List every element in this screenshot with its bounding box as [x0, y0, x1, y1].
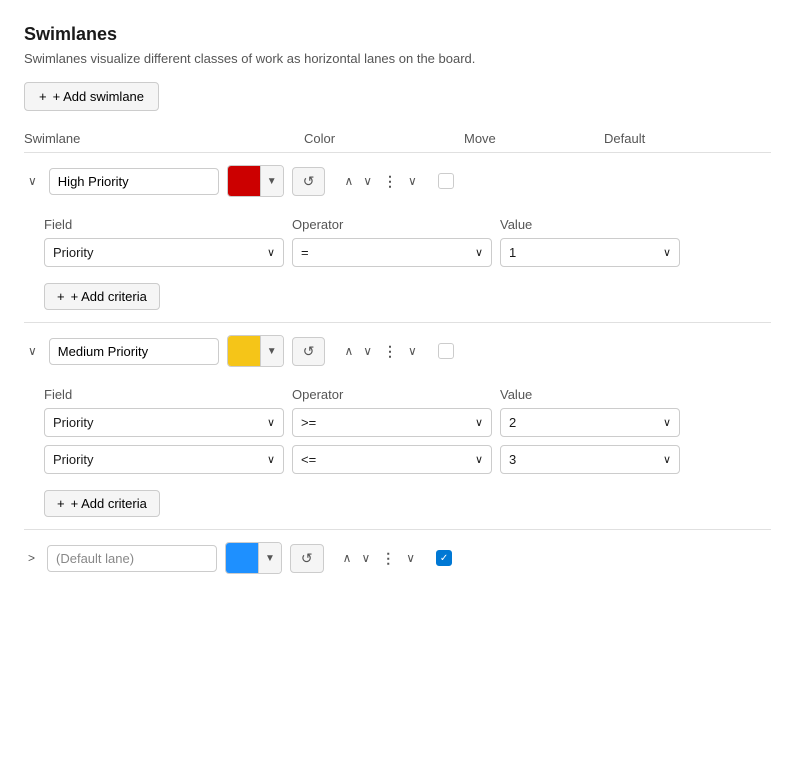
value-header: Value [500, 217, 680, 232]
high-priority-value-arrow: ∨ [663, 246, 671, 259]
add-swimlane-button[interactable]: + + Add swimlane [24, 82, 159, 111]
default-lane-move-down-button[interactable]: ∨ [358, 549, 373, 567]
high-priority-color-swatch[interactable] [228, 166, 260, 196]
add-criteria-label-1: + Add criteria [71, 289, 147, 304]
collapse-medium-priority-button[interactable]: ∨ [24, 342, 41, 360]
high-priority-color-dropdown-button[interactable]: ▼ [260, 166, 283, 196]
medium-priority-field-2-value: Priority [53, 452, 93, 467]
medium-priority-color-picker: ▼ [227, 335, 284, 367]
swimlane-col-header: Swimlane [24, 131, 304, 146]
high-priority-color-picker: ▼ [227, 165, 284, 197]
high-priority-operator-value: = [301, 245, 309, 260]
default-lane-expand-button[interactable]: ∨ [403, 549, 418, 567]
operator-header-2: Operator [292, 387, 492, 402]
high-priority-add-criteria-button[interactable]: + + Add criteria [44, 283, 160, 310]
high-priority-operator-select[interactable]: = ∨ [292, 238, 492, 267]
medium-priority-refresh-button[interactable]: ↺ [292, 337, 326, 366]
default-lane-color-dropdown-button[interactable]: ▼ [258, 543, 281, 573]
collapse-default-lane-button[interactable]: > [24, 549, 39, 567]
high-priority-operator-arrow: ∨ [475, 246, 483, 259]
plus-icon: + [39, 89, 47, 104]
add-criteria-label-2: + Add criteria [71, 496, 147, 511]
medium-priority-operator-2-arrow: ∨ [475, 453, 483, 466]
default-lane-default-checkbox[interactable] [436, 550, 452, 566]
plus-icon-criteria-2: + [57, 496, 65, 511]
medium-priority-name-input[interactable] [49, 338, 219, 365]
medium-priority-operator-1-arrow: ∨ [475, 416, 483, 429]
medium-priority-field-select-2[interactable]: Priority ∨ [44, 445, 284, 474]
medium-priority-default-checkbox[interactable] [438, 343, 454, 359]
high-priority-move-up-button[interactable]: ∧ [341, 172, 356, 190]
field-header: Field [44, 217, 284, 232]
medium-priority-add-criteria-button[interactable]: + + Add criteria [44, 490, 160, 517]
medium-priority-operator-select-1[interactable]: >= ∨ [292, 408, 492, 437]
high-priority-move-controls: ∧ ∨ ⋮ ∨ [341, 171, 419, 192]
high-priority-value-select[interactable]: 1 ∨ [500, 238, 680, 267]
default-lane-refresh-button[interactable]: ↺ [290, 544, 324, 573]
high-priority-criteria-row-1: Priority ∨ = ∨ 1 ∨ [44, 238, 771, 267]
high-priority-move-down-button[interactable]: ∨ [360, 172, 375, 190]
collapse-high-priority-button[interactable]: ∨ [24, 172, 41, 190]
medium-priority-criteria-section: Field Operator Value Priority ∨ >= ∨ 2 ∨… [44, 379, 771, 517]
medium-priority-operator-select-2[interactable]: <= ∨ [292, 445, 492, 474]
medium-priority-operator-2-value: <= [301, 452, 316, 467]
default-lane-color-picker: ▼ [225, 542, 282, 574]
medium-priority-value-select-1[interactable]: 2 ∨ [500, 408, 680, 437]
table-header: Swimlane Color Move Default [24, 131, 771, 153]
medium-priority-color-dropdown-button[interactable]: ▼ [260, 336, 283, 366]
default-lane-more-button[interactable]: ⋮ [377, 548, 399, 569]
page-description: Swimlanes visualize different classes of… [24, 51, 771, 66]
medium-priority-value-1-value: 2 [509, 415, 516, 430]
medium-priority-move-controls: ∧ ∨ ⋮ ∨ [341, 341, 419, 362]
medium-priority-move-up-button[interactable]: ∧ [341, 342, 356, 360]
medium-priority-field-1-value: Priority [53, 415, 93, 430]
medium-priority-criteria-row-2: Priority ∨ <= ∨ 3 ∨ [44, 445, 771, 474]
medium-priority-criteria-row-1: Priority ∨ >= ∨ 2 ∨ [44, 408, 771, 437]
add-swimlane-label: + Add swimlane [53, 89, 144, 104]
medium-priority-value-2-value: 3 [509, 452, 516, 467]
medium-priority-expand-button[interactable]: ∨ [405, 342, 420, 360]
medium-priority-operator-1-value: >= [301, 415, 316, 430]
medium-priority-field-2-arrow: ∨ [267, 453, 275, 466]
medium-priority-field-select-1[interactable]: Priority ∨ [44, 408, 284, 437]
default-lane-move-up-button[interactable]: ∧ [340, 549, 355, 567]
default-col-header: Default [604, 131, 684, 146]
medium-priority-color-swatch[interactable] [228, 336, 260, 366]
page-title: Swimlanes [24, 24, 771, 45]
default-lane-name-input[interactable] [47, 545, 217, 572]
plus-icon-criteria-1: + [57, 289, 65, 304]
swimlane-row-medium-priority: ∨ ▼ ↺ ∧ ∨ ⋮ ∨ Field Operator Value Prior… [24, 323, 771, 530]
field-header-2: Field [44, 387, 284, 402]
high-priority-name-input[interactable] [49, 168, 219, 195]
medium-priority-value-2-arrow: ∨ [663, 453, 671, 466]
swimlane-row-high-priority: ∨ ▼ ↺ ∧ ∨ ⋮ ∨ Field Operator Value Prior… [24, 153, 771, 323]
medium-priority-move-down-button[interactable]: ∨ [360, 342, 375, 360]
color-col-header: Color [304, 131, 464, 146]
high-priority-field-select[interactable]: Priority ∨ [44, 238, 284, 267]
medium-priority-value-select-2[interactable]: 3 ∨ [500, 445, 680, 474]
default-lane-move-controls: ∧ ∨ ⋮ ∨ [340, 548, 418, 569]
high-priority-value-value: 1 [509, 245, 516, 260]
move-col-header: Move [464, 131, 604, 146]
high-priority-expand-button[interactable]: ∨ [405, 172, 420, 190]
medium-priority-value-1-arrow: ∨ [663, 416, 671, 429]
high-priority-refresh-button[interactable]: ↺ [292, 167, 326, 196]
default-lane-color-swatch[interactable] [226, 543, 258, 573]
swimlane-row-default-lane: > ▼ ↺ ∧ ∨ ⋮ ∨ [24, 530, 771, 598]
high-priority-field-arrow: ∨ [267, 246, 275, 259]
medium-priority-more-button[interactable]: ⋮ [379, 341, 401, 362]
operator-header: Operator [292, 217, 492, 232]
medium-priority-field-1-arrow: ∨ [267, 416, 275, 429]
value-header-2: Value [500, 387, 680, 402]
high-priority-more-button[interactable]: ⋮ [379, 171, 401, 192]
high-priority-field-value: Priority [53, 245, 93, 260]
high-priority-criteria-section: Field Operator Value Priority ∨ = ∨ 1 ∨ … [44, 209, 771, 310]
high-priority-default-checkbox[interactable] [438, 173, 454, 189]
